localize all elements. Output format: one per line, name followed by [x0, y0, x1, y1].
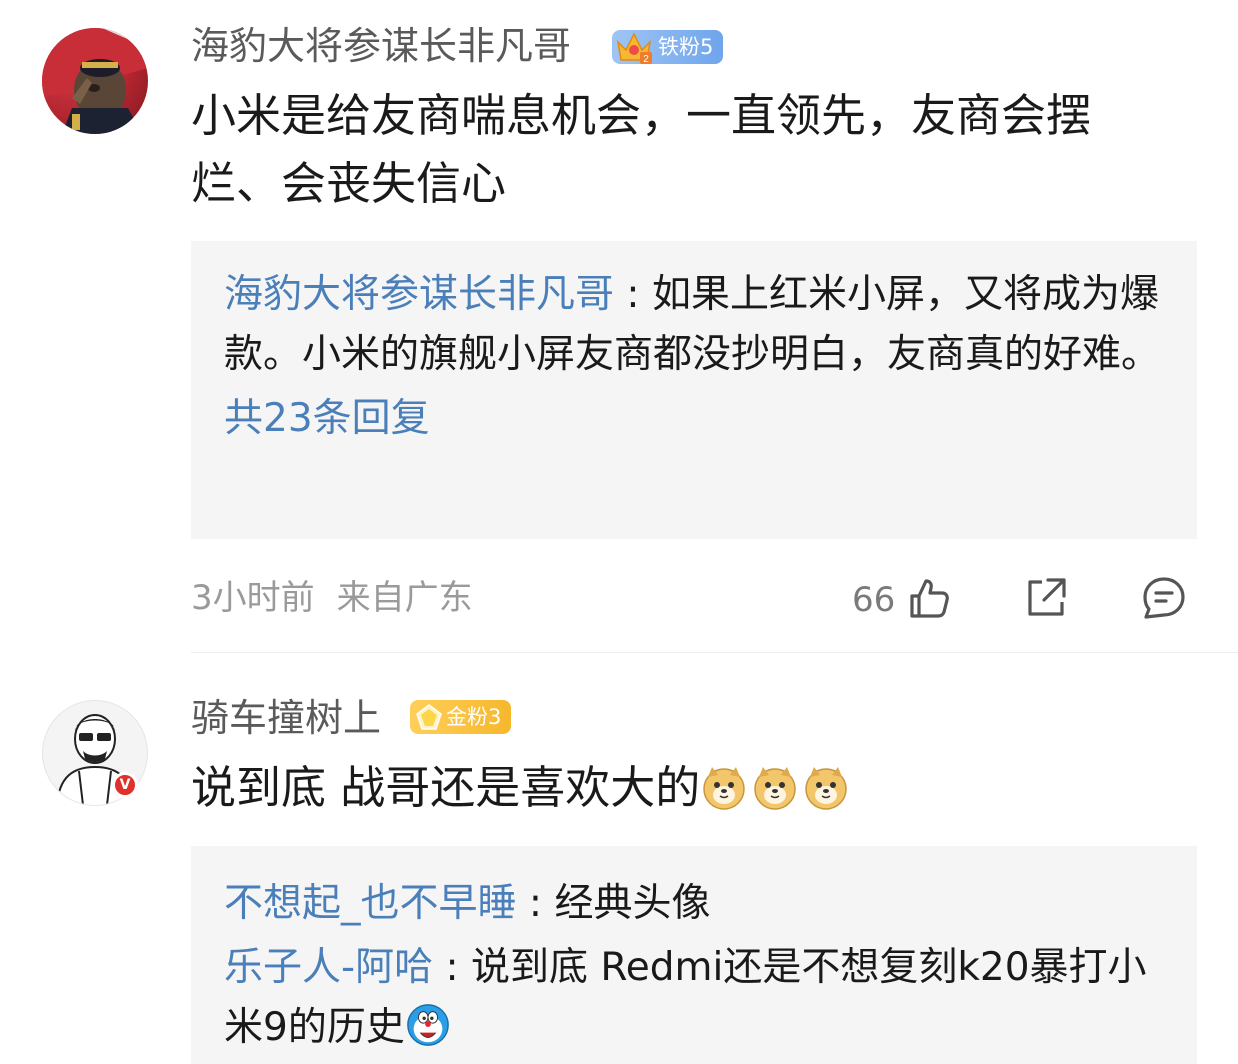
verified-badge: V [112, 772, 138, 798]
like-count: 66 [852, 580, 896, 620]
comment-text-content: 说到底 战哥还是喜欢大的 [191, 761, 701, 814]
comment-icon[interactable] [1142, 576, 1186, 620]
reply-preview[interactable]: 海豹大将参谋长非凡哥 : 如果上红米小屏，又将成为爆款。小米的旗舰小屏友商都没抄… [191, 241, 1197, 539]
comment-text: 说到底 战哥还是喜欢大的 [191, 754, 1151, 822]
reply-item: 不想起_也不早睡 : 经典头像 [224, 881, 711, 926]
timestamp: 3小时前 [191, 578, 315, 618]
gem-icon [416, 704, 442, 730]
svg-text:2: 2 [643, 54, 649, 65]
reply-username[interactable]: 不想起_也不早睡 [224, 881, 517, 926]
location: 来自广东 [336, 578, 473, 618]
doge-emoji [703, 767, 746, 810]
share-icon[interactable] [1024, 576, 1068, 620]
reply-username[interactable]: 乐子人-阿哈 [224, 945, 433, 990]
username[interactable]: 骑车撞树上 [191, 694, 381, 742]
reply-username[interactable]: 海豹大将参谋长非凡哥 [224, 272, 614, 317]
username[interactable]: 海豹大将参谋长非凡哥 [191, 22, 571, 70]
badge-label: 铁粉5 [658, 35, 714, 59]
reply-count-link[interactable]: 共23条回复 [224, 389, 1165, 449]
reply-item: 海豹大将参谋长非凡哥 : 如果上红米小屏，又将成为爆款。小米的旗舰小屏友商都没抄… [224, 272, 1161, 377]
divider [191, 652, 1238, 653]
doraemon-emoji [406, 1004, 449, 1046]
doge-emoji [805, 767, 848, 810]
crown-icon: 2 [616, 32, 652, 65]
avatar[interactable] [42, 28, 148, 134]
comment-meta: 3小时前 来自广东 [191, 576, 473, 620]
comment-text: 小米是给友商喘息机会，一直领先，友商会摆 烂、会丧失信心 [191, 89, 1092, 210]
fan-badge[interactable]: 金粉3 [410, 700, 512, 734]
reply-text: 经典头像 [554, 881, 711, 926]
reply-preview[interactable]: 不想起_也不早睡 : 经典头像 乐子人-阿哈 : 说到底 Redmi还是不想复刻… [191, 846, 1197, 1064]
badge-label: 金粉3 [446, 705, 502, 729]
fan-badge[interactable]: 2 铁粉5 [612, 30, 724, 65]
thumbs-up-icon[interactable] [906, 576, 950, 620]
doge-emoji [754, 767, 797, 810]
reply-item: 乐子人-阿哈 : 说到底 Redmi还是不想复刻k20暴打小米9的历史 [224, 945, 1147, 1050]
